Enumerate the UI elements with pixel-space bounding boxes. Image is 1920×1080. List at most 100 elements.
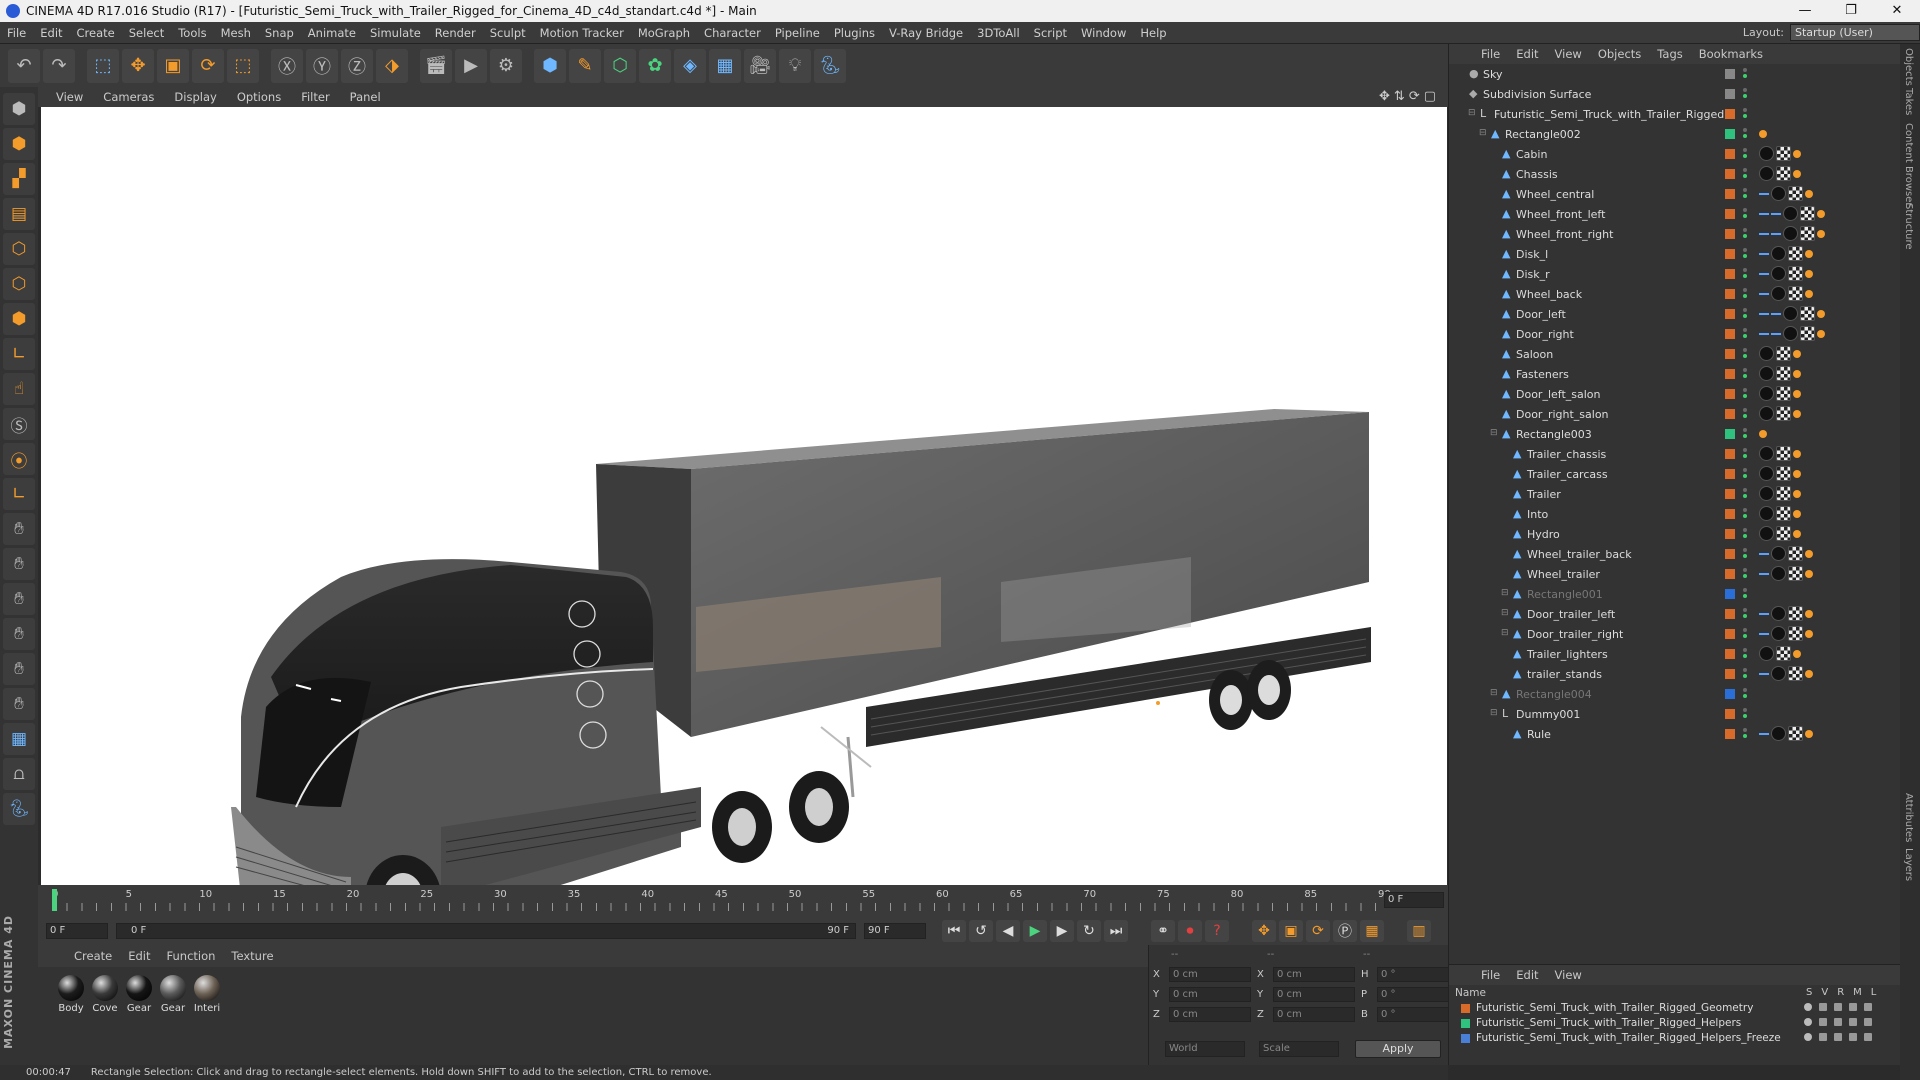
visibility-dots[interactable]	[1743, 168, 1747, 180]
tag-icon[interactable]	[1793, 410, 1801, 418]
playhead[interactable]	[52, 889, 57, 911]
object-row[interactable]: ▲ Door_left	[1449, 304, 1901, 324]
tag-icon[interactable]	[1783, 226, 1798, 241]
visibility-dots[interactable]	[1743, 568, 1747, 580]
object-menu-file[interactable]: File	[1473, 47, 1508, 61]
tag-icon[interactable]	[1759, 466, 1774, 481]
layer-flag-icon[interactable]	[1849, 1018, 1857, 1026]
visibility-dots[interactable]	[1743, 388, 1747, 400]
tag-icon[interactable]	[1805, 730, 1813, 738]
coord-value-field[interactable]: 0 °	[1377, 1007, 1459, 1022]
layer-color-swatch[interactable]	[1461, 1003, 1470, 1013]
viewport-menu-view[interactable]: View	[46, 90, 93, 104]
sculpt-inflate-icon[interactable]: ✋︎	[3, 653, 35, 685]
play-icon[interactable]: ▶	[1023, 920, 1047, 942]
object-layer-color[interactable]	[1725, 269, 1735, 279]
menu-plugins[interactable]: Plugins	[827, 26, 882, 40]
tag-icon[interactable]	[1771, 286, 1786, 301]
tag-icon[interactable]	[1759, 233, 1769, 235]
menu-window[interactable]: Window	[1074, 26, 1133, 40]
tag-icon[interactable]	[1788, 666, 1803, 681]
menu-snap[interactable]: Snap	[258, 26, 301, 40]
tag-icon[interactable]	[1759, 733, 1769, 735]
tag-icon[interactable]	[1788, 246, 1803, 261]
menu-file[interactable]: File	[0, 26, 33, 40]
menu-3dtoall[interactable]: 3DToAll	[970, 26, 1027, 40]
visibility-dots[interactable]	[1743, 288, 1747, 300]
object-row[interactable]: ⊟ ▲ Rectangle001	[1449, 584, 1901, 604]
tag-icon[interactable]	[1776, 526, 1791, 541]
snap-icon[interactable]: Ⓢ	[3, 408, 35, 440]
expand-toggle-icon[interactable]: ⊟	[1490, 428, 1498, 438]
tag-icon[interactable]	[1759, 313, 1769, 315]
render-settings-icon[interactable]: ⚙	[490, 48, 522, 83]
material-swatch[interactable]: Interi	[192, 975, 222, 1014]
object-layer-color[interactable]	[1725, 589, 1735, 599]
pen-spline-icon[interactable]: ✎	[569, 48, 601, 83]
material-menu-function[interactable]: Function	[159, 949, 224, 963]
object-layer-color[interactable]	[1725, 509, 1735, 519]
tag-icon[interactable]	[1771, 546, 1786, 561]
tag-icon[interactable]	[1771, 606, 1786, 621]
object-row[interactable]: ⊟ L Dummy001	[1449, 704, 1901, 724]
tag-icon[interactable]	[1793, 350, 1801, 358]
coord-value-field[interactable]: 0 °	[1377, 987, 1459, 1002]
timeline-layout-icon[interactable]: ▥	[1407, 920, 1431, 942]
object-row[interactable]: ▲ Trailer_carcass	[1449, 464, 1901, 484]
tag-icon[interactable]	[1771, 566, 1786, 581]
layer-row[interactable]: Futuristic_Semi_Truck_with_Trailer_Rigge…	[1461, 1001, 1753, 1015]
expand-toggle-icon[interactable]: ⊟	[1501, 608, 1509, 618]
points-mode-icon[interactable]: ⬡	[3, 233, 35, 265]
tag-icon[interactable]	[1805, 610, 1813, 618]
layer-flag-icon[interactable]	[1864, 1033, 1872, 1041]
tag-icon[interactable]	[1759, 193, 1769, 195]
layer-flag-icon[interactable]	[1834, 1018, 1842, 1026]
magnet-tool-icon[interactable]: ⩍	[3, 758, 35, 790]
object-layer-color[interactable]	[1725, 369, 1735, 379]
side-tab-content-browser[interactable]: Content Browser	[1903, 123, 1914, 206]
tag-icon[interactable]	[1776, 166, 1791, 181]
tag-icon[interactable]	[1805, 190, 1813, 198]
tag-icon[interactable]	[1788, 606, 1803, 621]
object-menu-tags[interactable]: Tags	[1649, 47, 1690, 61]
layer-flag-icon[interactable]	[1804, 1033, 1812, 1041]
object-menu-objects[interactable]: Objects	[1590, 47, 1649, 61]
object-row[interactable]: ◆ Subdivision Surface	[1449, 84, 1901, 104]
move-icon[interactable]: ✥	[122, 48, 154, 83]
object-layer-color[interactable]	[1725, 169, 1735, 179]
tag-icon[interactable]	[1776, 346, 1791, 361]
viewport-menu-options[interactable]: Options	[227, 90, 291, 104]
tag-icon[interactable]	[1759, 573, 1769, 575]
cube-icon[interactable]: ⬢	[534, 48, 566, 83]
x-axis-icon[interactable]: Ⓧ	[271, 48, 303, 83]
tag-icon[interactable]	[1793, 370, 1801, 378]
tag-icon[interactable]	[1817, 230, 1825, 238]
tag-icon[interactable]	[1805, 670, 1813, 678]
coord-value-field[interactable]: 0 cm	[1273, 1007, 1355, 1022]
visibility-dots[interactable]	[1743, 148, 1747, 160]
object-row[interactable]: ▲ Into	[1449, 504, 1901, 524]
object-row[interactable]: ▲ Hydro	[1449, 524, 1901, 544]
tag-icon[interactable]	[1759, 646, 1774, 661]
next-key-icon[interactable]: ↻	[1077, 920, 1101, 942]
tag-icon[interactable]	[1759, 553, 1769, 555]
render-view-icon[interactable]: 🎬︎	[420, 48, 452, 83]
object-row[interactable]: ▲ Wheel_trailer	[1449, 564, 1901, 584]
layer-flag-icon[interactable]	[1849, 1003, 1857, 1011]
visibility-dots[interactable]	[1743, 188, 1747, 200]
keyframe-selection-icon[interactable]: ?	[1205, 920, 1229, 942]
tag-icon[interactable]	[1805, 630, 1813, 638]
material-menu-create[interactable]: Create	[66, 949, 120, 963]
object-layer-color[interactable]	[1725, 349, 1735, 359]
key-scale-icon[interactable]: ▣	[1279, 920, 1303, 942]
object-layer-color[interactable]	[1725, 709, 1735, 719]
menu-help[interactable]: Help	[1133, 26, 1173, 40]
tag-icon[interactable]	[1805, 290, 1813, 298]
go-to-end-icon[interactable]: ⏭	[1104, 920, 1128, 942]
menu-sculpt[interactable]: Sculpt	[483, 26, 533, 40]
visibility-dots[interactable]	[1743, 368, 1747, 380]
object-row[interactable]: ▲ Trailer_chassis	[1449, 444, 1901, 464]
visibility-dots[interactable]	[1743, 588, 1747, 600]
object-row[interactable]: ⊟ ▲ Door_trailer_right	[1449, 624, 1901, 644]
menu-script[interactable]: Script	[1027, 26, 1074, 40]
